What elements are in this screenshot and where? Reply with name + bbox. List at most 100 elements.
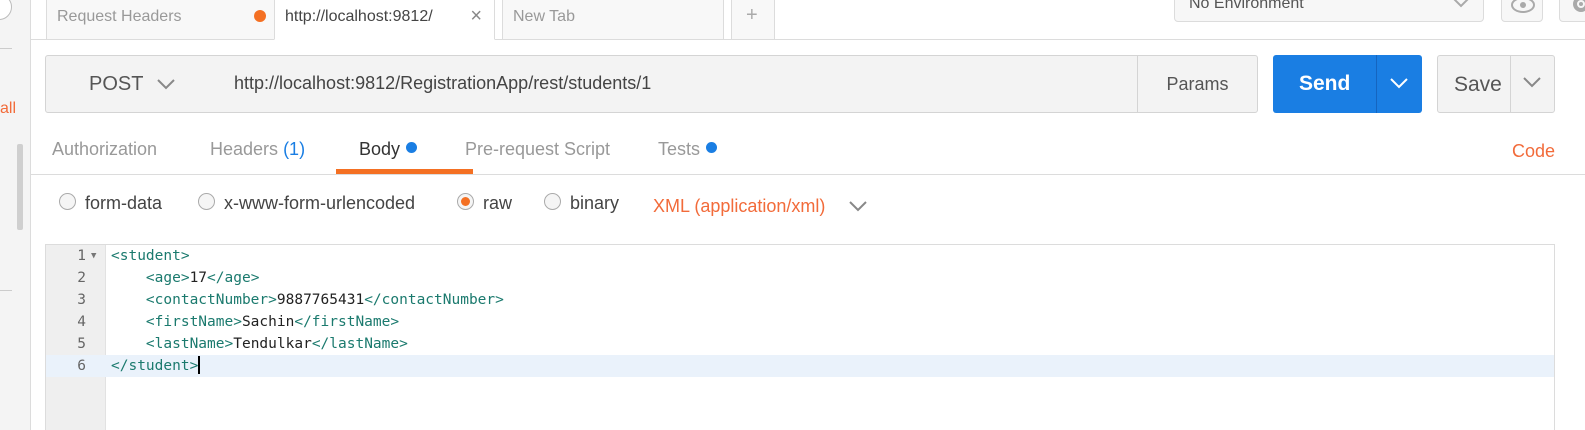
radio-binary[interactable]: binary — [544, 193, 619, 214]
sidebar-link-all[interactable]: all — [0, 100, 16, 118]
radio-label: binary — [570, 193, 620, 213]
generate-code-link[interactable]: Code — [1512, 141, 1555, 162]
request-section-tabs: Authorization Headers (1) Body Pre-reque… — [31, 128, 1585, 175]
radio-label: x-www-form-urlencoded — [224, 193, 416, 213]
manage-environments-button[interactable] — [1559, 0, 1585, 22]
xml-tag: <lastName> — [145, 336, 234, 352]
environment-quick-look-button[interactable] — [1501, 0, 1543, 22]
radio-raw[interactable]: raw — [457, 193, 512, 214]
radio-button[interactable] — [544, 193, 561, 210]
code-line: 2 <age>17</age> — [46, 267, 1554, 289]
method-label: POST — [89, 73, 144, 95]
code-text: <firstName>Sachin</firstName> — [111, 311, 399, 333]
divider — [1510, 56, 1511, 112]
chevron-down-icon — [849, 201, 867, 212]
code-text: </student> — [111, 355, 201, 377]
code-text: <contactNumber>9887765431</contactNumber… — [111, 289, 504, 311]
radio-label: form-data — [85, 193, 163, 213]
modified-dot-icon — [406, 142, 418, 153]
tab-label: Body — [359, 139, 401, 159]
tab-pre-request-script[interactable]: Pre-request Script — [465, 139, 610, 160]
xml-value: 9887765431 — [276, 292, 365, 308]
code-text: <lastName>Tendulkar</lastName> — [111, 333, 408, 355]
tab-label: Headers — [210, 139, 279, 159]
text-caret — [198, 356, 201, 374]
environment-label: No Environment — [1189, 0, 1304, 12]
xml-tag: <student> — [111, 248, 190, 264]
radio-label: raw — [483, 193, 513, 213]
code-line: 5 <lastName>Tendulkar</lastName> — [46, 333, 1554, 355]
fold-arrow-icon[interactable]: ▼ — [91, 245, 96, 267]
radio-button-selected[interactable] — [457, 193, 474, 210]
line-number: 2 — [77, 270, 86, 286]
xml-value: Tendulkar — [233, 336, 312, 352]
radio-urlencoded[interactable]: x-www-form-urlencoded — [198, 193, 415, 214]
xml-value: 17 — [189, 270, 208, 286]
xml-tag: <contactNumber> — [145, 292, 277, 308]
modified-dot-icon — [706, 142, 718, 153]
code-line: 3 <contactNumber>9887765431</contactNumb… — [46, 289, 1554, 311]
method-select[interactable]: POST — [45, 55, 219, 113]
xml-tag: <firstName> — [145, 314, 242, 330]
code-line-current: 6 </student> — [46, 355, 1554, 377]
tab-label: Request Headers — [57, 8, 182, 25]
tab-request-headers[interactable]: Request Headers — [46, 0, 281, 40]
line-number: 5 — [77, 336, 86, 352]
xml-value: Sachin — [241, 314, 295, 330]
xml-tag: </contactNumber> — [364, 292, 504, 308]
chevron-down-icon[interactable] — [1523, 76, 1541, 88]
xml-tag: </student> — [111, 358, 199, 374]
content-type-label: XML (application/xml) — [653, 196, 826, 216]
divider — [1376, 55, 1377, 113]
tab-headers[interactable]: Headers (1) — [210, 139, 305, 160]
environment-select[interactable]: No Environment — [1174, 0, 1484, 22]
gear-icon — [1573, 0, 1585, 12]
sidebar-scrollbar[interactable] — [17, 144, 23, 230]
request-tab-bar: Request Headers http://localhost:9812/ ×… — [31, 0, 1585, 40]
xml-tag: </lastName> — [311, 336, 408, 352]
radio-form-data[interactable]: form-data — [59, 193, 162, 214]
add-tab-button[interactable]: + — [731, 0, 775, 40]
tab-body[interactable]: Body — [359, 139, 418, 160]
tab-localhost[interactable]: http://localhost:9812/ × — [274, 0, 495, 40]
tab-tests[interactable]: Tests — [658, 139, 718, 160]
line-number: 3 — [77, 292, 86, 308]
close-icon[interactable]: × — [470, 5, 482, 28]
line-number: 6 — [77, 358, 86, 374]
unsaved-dot-icon — [254, 10, 266, 22]
tab-new[interactable]: New Tab — [502, 0, 724, 40]
divider — [0, 48, 12, 49]
plus-icon: + — [746, 4, 758, 26]
radio-button[interactable] — [198, 193, 215, 210]
body-editor[interactable]: 1 ▼ <student> 2 <age>17</age> 3 <contact… — [45, 244, 1555, 430]
xml-tag: </age> — [207, 270, 260, 286]
active-tab-indicator — [336, 169, 473, 174]
radio-button[interactable] — [59, 193, 76, 210]
xml-tag: <age> — [145, 270, 190, 286]
save-button[interactable]: Save — [1437, 55, 1555, 113]
line-number: 1 — [77, 248, 86, 264]
url-input[interactable]: http://localhost:9812/RegistrationApp/re… — [218, 55, 1138, 113]
sidebar-edge: all — [0, 0, 31, 430]
content-type-select[interactable]: XML (application/xml) — [653, 196, 867, 217]
chevron-down-icon — [1453, 0, 1469, 15]
save-label: Save — [1454, 73, 1502, 96]
tab-authorization[interactable]: Authorization — [52, 139, 157, 160]
sidebar-circle-icon[interactable] — [0, 0, 12, 20]
code-line: 1 ▼ <student> — [46, 245, 1554, 267]
chevron-down-icon[interactable] — [1390, 77, 1408, 89]
send-button[interactable]: Send — [1273, 55, 1422, 113]
divider — [0, 290, 12, 291]
code-line: 4 <firstName>Sachin</firstName> — [46, 311, 1554, 333]
headers-count-badge: (1) — [283, 139, 306, 159]
body-mode-options: form-data x-www-form-urlencoded raw bina… — [31, 176, 1585, 236]
tab-label: http://localhost:9812/ — [285, 8, 433, 25]
xml-tag: </firstName> — [294, 314, 400, 330]
chevron-down-icon — [157, 79, 175, 90]
params-button[interactable]: Params — [1137, 55, 1258, 113]
line-number: 4 — [77, 314, 86, 330]
